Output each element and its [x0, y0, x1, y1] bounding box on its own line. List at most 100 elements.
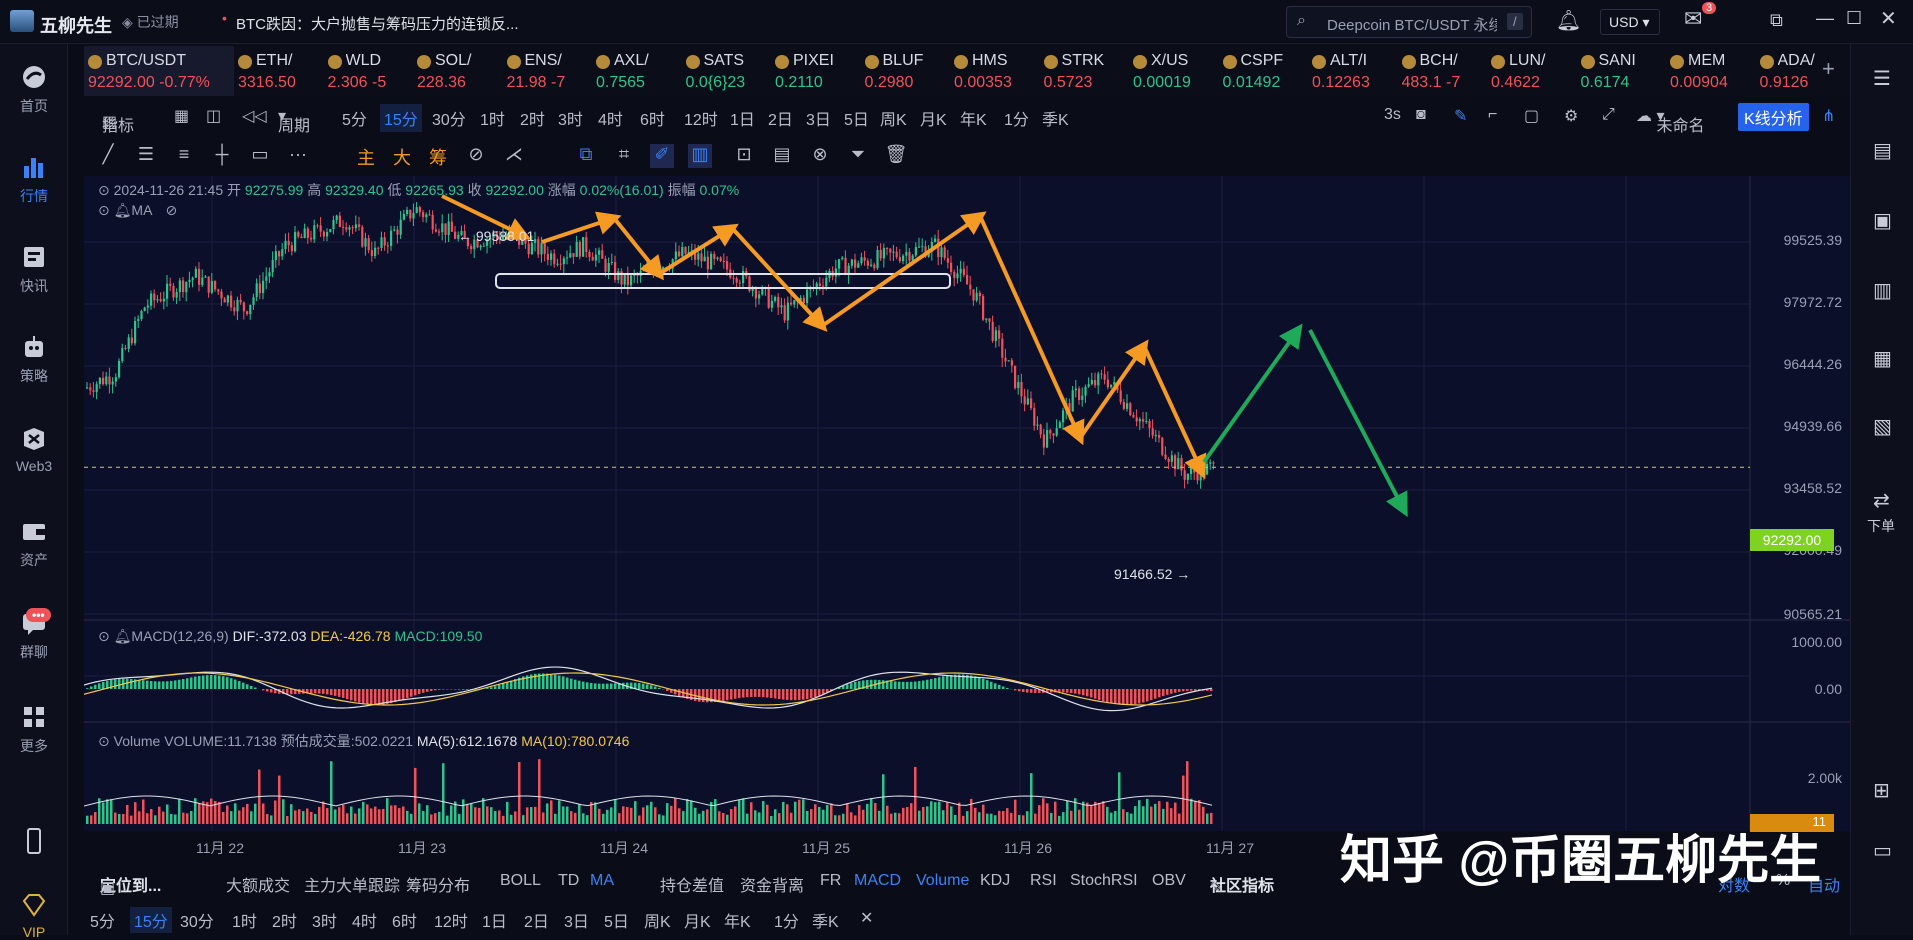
bottom-interval-tab[interactable]: 周K	[644, 908, 671, 932]
indicator-tab[interactable]: 大额成交	[226, 872, 290, 896]
ticker-item[interactable]: X/US0.00019	[1129, 46, 1221, 96]
ticker-item[interactable]: BCH/483.1 -7	[1398, 46, 1490, 96]
interval-tab[interactable]: 月K	[920, 106, 947, 130]
news-ticker[interactable]: BTC跌因：大户抛售与筹码压力的连锁反...	[236, 13, 519, 34]
add-ticker-icon[interactable]: +	[1822, 56, 1835, 82]
bottom-interval-tab[interactable]: 1日	[482, 908, 507, 932]
maximize-icon[interactable]: ☐	[1846, 8, 1862, 29]
interval-tab[interactable]: 1时	[480, 106, 505, 130]
fullscreen-icon[interactable]: ⤢	[1602, 106, 1615, 124]
bottom-interval-tab[interactable]: 月K	[684, 908, 711, 932]
eye-hidden-icon[interactable]: ⊘	[166, 202, 178, 218]
chart-area[interactable]: ⊙ 2024-11-26 21:45 开 92275.99 高 92329.40…	[84, 176, 1850, 831]
tool-main[interactable]: 主	[354, 144, 378, 168]
ticker-item[interactable]: SOL/228.36	[413, 46, 505, 96]
period-select[interactable]: 周期 ▾	[278, 106, 286, 126]
ticker-item[interactable]: STRK0.5723	[1040, 46, 1132, 96]
rect-tool-icon[interactable]: ▭	[248, 144, 272, 168]
indicator-tab[interactable]: RSI	[1030, 872, 1057, 890]
nav-more[interactable]: 更多	[0, 704, 68, 756]
ticker-item[interactable]: PIXEI0.2110	[771, 46, 863, 96]
ticker-item[interactable]: BLUF0.2980	[861, 46, 953, 96]
interval-tab[interactable]: 年K	[960, 106, 987, 130]
nav-vip[interactable]: VIP	[0, 892, 68, 940]
locate-button[interactable]: ▣ 定位到...	[100, 872, 161, 896]
bottom-interval-tab[interactable]: 年K	[724, 908, 751, 932]
indicator-tab[interactable]: BOLL	[500, 872, 541, 890]
refresh-interval[interactable]: 3s	[1384, 106, 1401, 124]
volume-toggle-icon[interactable]: ⊙	[98, 733, 114, 749]
nav-strategy[interactable]: 策略	[0, 334, 68, 386]
settings-icon[interactable]: ⚙	[1564, 106, 1578, 126]
place-order-label[interactable]: 下单	[1867, 516, 1895, 536]
bottom-interval-tab[interactable]: 30分	[180, 908, 214, 932]
trash-icon[interactable]: 🗑︎	[884, 144, 908, 168]
parallel-tool-icon[interactable]: ☰	[134, 144, 158, 168]
copy-icon[interactable]: ⧉	[574, 144, 598, 168]
camera-icon[interactable]: ◙	[1416, 106, 1426, 124]
bell-icon[interactable]: 🔔︎	[1556, 8, 1581, 33]
bottom-interval-tab[interactable]: 3时	[312, 908, 337, 932]
lock-icon[interactable]: ⊡	[732, 144, 756, 168]
bottom-interval-tab[interactable]: 12时	[434, 908, 468, 932]
interval-tab[interactable]: 1日	[730, 106, 755, 130]
interval-tab[interactable]: 2日	[768, 106, 793, 130]
bottom-interval-tab[interactable]: 4时	[352, 908, 377, 932]
window-popout-icon[interactable]: ⧉	[1770, 10, 1783, 31]
order-book-icon[interactable]: ▤	[1873, 138, 1892, 163]
indicator-tab[interactable]: KDJ	[980, 872, 1010, 890]
depth-icon[interactable]: ▥	[1873, 278, 1892, 303]
nav-home[interactable]: 首页	[0, 64, 68, 116]
ma-toggle-icon[interactable]: ⊙ 🔔︎	[98, 202, 131, 218]
trade-icon[interactable]: ▣	[1873, 208, 1892, 233]
panel-icon[interactable]: ▭	[1873, 838, 1892, 863]
nav-news[interactable]: 快讯	[0, 244, 68, 296]
nav-mobile[interactable]	[0, 828, 68, 860]
interval-tab[interactable]: 15分	[380, 104, 422, 132]
indicator-tab[interactable]: 主力大单跟踪	[304, 872, 400, 896]
bottom-interval-tab[interactable]: 季K	[812, 908, 839, 932]
share-icon[interactable]: ⋔	[1822, 106, 1835, 126]
layout-name-select[interactable]: ☁ 未命名 ▾	[1636, 106, 1664, 126]
ruler-icon[interactable]: ⌗	[612, 144, 636, 168]
ticker-item[interactable]: BTC/USDT92292.00 -0.77%	[84, 46, 234, 96]
ticker-item[interactable]: HMS0.00353	[950, 46, 1042, 96]
stats-icon[interactable]: ▦	[1873, 346, 1892, 371]
currency-select[interactable]: USD ▾	[1600, 9, 1660, 35]
interval-tab[interactable]: 5日	[844, 106, 869, 130]
ticker-item[interactable]: ALT/I0.12263	[1308, 46, 1400, 96]
interval-tab[interactable]: 周K	[880, 106, 907, 130]
ticker-item[interactable]: ETH/3316.50	[234, 46, 326, 96]
close-icon[interactable]: ✕	[1880, 6, 1897, 31]
hline-tool-icon[interactable]: ┼	[210, 144, 234, 168]
tool-chip[interactable]: 筹	[426, 144, 450, 168]
expired-badge[interactable]: ◈ 已过期	[122, 12, 179, 32]
indicator-tab[interactable]: OBV	[1152, 872, 1186, 890]
note-icon[interactable]: ▤	[770, 144, 794, 168]
layout-split-icon[interactable]: ◫	[206, 106, 221, 126]
search-box[interactable]: ⌕ Deepcoin BTC/USDT 永续 /	[1286, 6, 1532, 38]
interval-tab[interactable]: 30分	[432, 106, 466, 130]
close-interval-icon[interactable]: ✕	[860, 908, 873, 928]
interval-tab[interactable]: 4时	[598, 106, 623, 130]
ohlc-toggle-icon[interactable]: ⊙	[98, 182, 114, 198]
nav-assets[interactable]: 资产	[0, 518, 68, 570]
bottom-interval-tab[interactable]: 3日	[564, 908, 589, 932]
place-order-icon[interactable]: ⇄	[1873, 488, 1890, 513]
filter-icon[interactable]: ⏷	[846, 144, 870, 168]
ticker-item[interactable]: MEM0.00904	[1666, 46, 1758, 96]
bottom-interval-tab[interactable]: 1分	[774, 908, 799, 932]
interval-tab[interactable]: 6时	[640, 106, 665, 130]
bottom-interval-tab[interactable]: 2日	[524, 908, 549, 932]
indicator-tab[interactable]: 筹码分布	[406, 872, 470, 896]
line-tool-icon[interactable]: ╱	[96, 144, 120, 168]
interval-tab[interactable]: 3日	[806, 106, 831, 130]
ticker-item[interactable]: SATS0.0{6}23	[682, 46, 774, 96]
ticker-item[interactable]: CSPF0.01492	[1219, 46, 1311, 96]
rewind-icon[interactable]: ◁◁	[242, 106, 267, 126]
indicator-tab[interactable]: 资金背离	[740, 872, 804, 896]
link-icon[interactable]: ⊗	[808, 144, 832, 168]
pen-icon[interactable]: ✎	[1454, 106, 1467, 126]
indicator-tab[interactable]: MACD	[854, 872, 901, 890]
ticker-item[interactable]: WLD2.306 -5	[324, 46, 416, 96]
